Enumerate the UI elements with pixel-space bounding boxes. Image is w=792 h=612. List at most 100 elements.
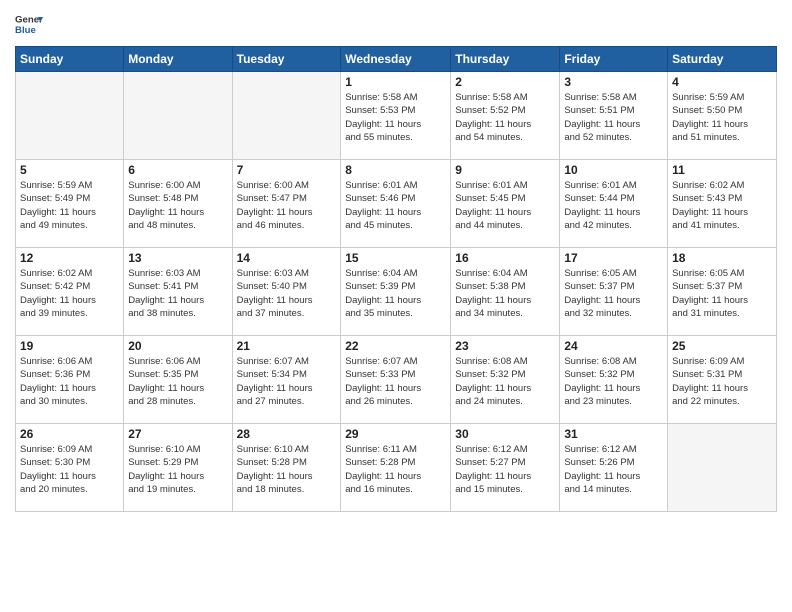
calendar-day-20: 20 Sunrise: 6:06 AM Sunset: 5:35 PM Dayli… — [124, 336, 232, 424]
calendar-header-sunday: Sunday — [16, 47, 124, 72]
day-number: 12 — [20, 251, 119, 265]
day-info: Sunrise: 5:59 AM Sunset: 5:50 PM Dayligh… — [672, 91, 772, 144]
calendar-header-friday: Friday — [560, 47, 668, 72]
calendar-day-14: 14 Sunrise: 6:03 AM Sunset: 5:40 PM Dayli… — [232, 248, 341, 336]
day-info: Sunrise: 6:06 AM Sunset: 5:36 PM Dayligh… — [20, 355, 119, 408]
calendar-day-empty — [16, 72, 124, 160]
svg-text:Blue: Blue — [15, 25, 36, 36]
day-info: Sunrise: 6:00 AM Sunset: 5:47 PM Dayligh… — [237, 179, 337, 232]
day-number: 24 — [564, 339, 663, 353]
calendar-day-30: 30 Sunrise: 6:12 AM Sunset: 5:27 PM Dayli… — [451, 424, 560, 512]
day-number: 26 — [20, 427, 119, 441]
day-info: Sunrise: 6:12 AM Sunset: 5:27 PM Dayligh… — [455, 443, 555, 496]
day-number: 27 — [128, 427, 227, 441]
calendar-day-13: 13 Sunrise: 6:03 AM Sunset: 5:41 PM Dayli… — [124, 248, 232, 336]
calendar-day-29: 29 Sunrise: 6:11 AM Sunset: 5:28 PM Dayli… — [341, 424, 451, 512]
day-info: Sunrise: 6:10 AM Sunset: 5:29 PM Dayligh… — [128, 443, 227, 496]
calendar-header-wednesday: Wednesday — [341, 47, 451, 72]
calendar-header-row: SundayMondayTuesdayWednesdayThursdayFrid… — [16, 47, 777, 72]
svg-text:General: General — [15, 14, 43, 25]
day-number: 10 — [564, 163, 663, 177]
calendar-day-empty — [668, 424, 777, 512]
day-info: Sunrise: 5:58 AM Sunset: 5:53 PM Dayligh… — [345, 91, 446, 144]
day-number: 4 — [672, 75, 772, 89]
calendar-day-12: 12 Sunrise: 6:02 AM Sunset: 5:42 PM Dayli… — [16, 248, 124, 336]
day-number: 2 — [455, 75, 555, 89]
day-info: Sunrise: 6:02 AM Sunset: 5:42 PM Dayligh… — [20, 267, 119, 320]
day-number: 22 — [345, 339, 446, 353]
calendar-day-22: 22 Sunrise: 6:07 AM Sunset: 5:33 PM Dayli… — [341, 336, 451, 424]
day-number: 18 — [672, 251, 772, 265]
calendar-day-1: 1Sunrise: 5:58 AM Sunset: 5:53 PM Daylig… — [341, 72, 451, 160]
calendar-day-27: 27 Sunrise: 6:10 AM Sunset: 5:29 PM Dayli… — [124, 424, 232, 512]
day-number: 31 — [564, 427, 663, 441]
day-info: Sunrise: 6:04 AM Sunset: 5:38 PM Dayligh… — [455, 267, 555, 320]
day-number: 21 — [237, 339, 337, 353]
calendar-day-6: 6Sunrise: 6:00 AM Sunset: 5:48 PM Daylig… — [124, 160, 232, 248]
calendar-day-7: 7 Sunrise: 6:00 AM Sunset: 5:47 PM Daylig… — [232, 160, 341, 248]
day-number: 20 — [128, 339, 227, 353]
day-number: 5 — [20, 163, 119, 177]
day-number: 3 — [564, 75, 663, 89]
day-info: Sunrise: 6:06 AM Sunset: 5:35 PM Dayligh… — [128, 355, 227, 408]
calendar-day-18: 18 Sunrise: 6:05 AM Sunset: 5:37 PM Dayli… — [668, 248, 777, 336]
calendar-day-10: 10 Sunrise: 6:01 AM Sunset: 5:44 PM Dayli… — [560, 160, 668, 248]
day-number: 30 — [455, 427, 555, 441]
calendar-day-28: 28 Sunrise: 6:10 AM Sunset: 5:28 PM Dayli… — [232, 424, 341, 512]
calendar-day-19: 19 Sunrise: 6:06 AM Sunset: 5:36 PM Dayli… — [16, 336, 124, 424]
day-info: Sunrise: 6:07 AM Sunset: 5:33 PM Dayligh… — [345, 355, 446, 408]
day-number: 17 — [564, 251, 663, 265]
day-info: Sunrise: 6:01 AM Sunset: 5:46 PM Dayligh… — [345, 179, 446, 232]
day-number: 7 — [237, 163, 337, 177]
calendar-day-31: 31 Sunrise: 6:12 AM Sunset: 5:26 PM Dayli… — [560, 424, 668, 512]
calendar-day-24: 24 Sunrise: 6:08 AM Sunset: 5:32 PM Dayli… — [560, 336, 668, 424]
day-info: Sunrise: 6:04 AM Sunset: 5:39 PM Dayligh… — [345, 267, 446, 320]
calendar-week-2: 5 Sunrise: 5:59 AM Sunset: 5:49 PM Daylig… — [16, 160, 777, 248]
calendar-day-empty — [124, 72, 232, 160]
day-number: 29 — [345, 427, 446, 441]
day-info: Sunrise: 6:00 AM Sunset: 5:48 PM Dayligh… — [128, 179, 227, 232]
day-number: 28 — [237, 427, 337, 441]
day-info: Sunrise: 6:07 AM Sunset: 5:34 PM Dayligh… — [237, 355, 337, 408]
day-info: Sunrise: 6:12 AM Sunset: 5:26 PM Dayligh… — [564, 443, 663, 496]
calendar-week-4: 19 Sunrise: 6:06 AM Sunset: 5:36 PM Dayli… — [16, 336, 777, 424]
day-number: 13 — [128, 251, 227, 265]
header: General Blue — [15, 10, 777, 38]
day-info: Sunrise: 6:01 AM Sunset: 5:45 PM Dayligh… — [455, 179, 555, 232]
calendar-day-26: 26 Sunrise: 6:09 AM Sunset: 5:30 PM Dayli… — [16, 424, 124, 512]
day-info: Sunrise: 5:59 AM Sunset: 5:49 PM Dayligh… — [20, 179, 119, 232]
calendar-day-3: 3Sunrise: 5:58 AM Sunset: 5:51 PM Daylig… — [560, 72, 668, 160]
day-number: 25 — [672, 339, 772, 353]
day-info: Sunrise: 6:01 AM Sunset: 5:44 PM Dayligh… — [564, 179, 663, 232]
day-info: Sunrise: 6:11 AM Sunset: 5:28 PM Dayligh… — [345, 443, 446, 496]
day-number: 23 — [455, 339, 555, 353]
calendar-day-25: 25Sunrise: 6:09 AM Sunset: 5:31 PM Dayli… — [668, 336, 777, 424]
logo-icon: General Blue — [15, 10, 43, 38]
day-info: Sunrise: 6:03 AM Sunset: 5:40 PM Dayligh… — [237, 267, 337, 320]
calendar-day-15: 15 Sunrise: 6:04 AM Sunset: 5:39 PM Dayli… — [341, 248, 451, 336]
calendar-day-11: 11 Sunrise: 6:02 AM Sunset: 5:43 PM Dayli… — [668, 160, 777, 248]
calendar-header-monday: Monday — [124, 47, 232, 72]
calendar-day-9: 9 Sunrise: 6:01 AM Sunset: 5:45 PM Daylig… — [451, 160, 560, 248]
calendar-day-21: 21 Sunrise: 6:07 AM Sunset: 5:34 PM Dayli… — [232, 336, 341, 424]
day-number: 15 — [345, 251, 446, 265]
calendar-day-empty — [232, 72, 341, 160]
calendar-day-16: 16 Sunrise: 6:04 AM Sunset: 5:38 PM Dayli… — [451, 248, 560, 336]
calendar-day-5: 5 Sunrise: 5:59 AM Sunset: 5:49 PM Daylig… — [16, 160, 124, 248]
day-info: Sunrise: 6:03 AM Sunset: 5:41 PM Dayligh… — [128, 267, 227, 320]
day-info: Sunrise: 6:08 AM Sunset: 5:32 PM Dayligh… — [564, 355, 663, 408]
calendar-week-1: 1Sunrise: 5:58 AM Sunset: 5:53 PM Daylig… — [16, 72, 777, 160]
day-info: Sunrise: 6:02 AM Sunset: 5:43 PM Dayligh… — [672, 179, 772, 232]
day-info: Sunrise: 6:10 AM Sunset: 5:28 PM Dayligh… — [237, 443, 337, 496]
day-number: 11 — [672, 163, 772, 177]
day-number: 16 — [455, 251, 555, 265]
day-number: 19 — [20, 339, 119, 353]
day-info: Sunrise: 6:05 AM Sunset: 5:37 PM Dayligh… — [672, 267, 772, 320]
calendar-table: SundayMondayTuesdayWednesdayThursdayFrid… — [15, 46, 777, 512]
day-number: 9 — [455, 163, 555, 177]
calendar-day-17: 17Sunrise: 6:05 AM Sunset: 5:37 PM Dayli… — [560, 248, 668, 336]
day-number: 14 — [237, 251, 337, 265]
calendar-week-5: 26 Sunrise: 6:09 AM Sunset: 5:30 PM Dayli… — [16, 424, 777, 512]
day-info: Sunrise: 6:09 AM Sunset: 5:30 PM Dayligh… — [20, 443, 119, 496]
calendar-day-4: 4 Sunrise: 5:59 AM Sunset: 5:50 PM Daylig… — [668, 72, 777, 160]
